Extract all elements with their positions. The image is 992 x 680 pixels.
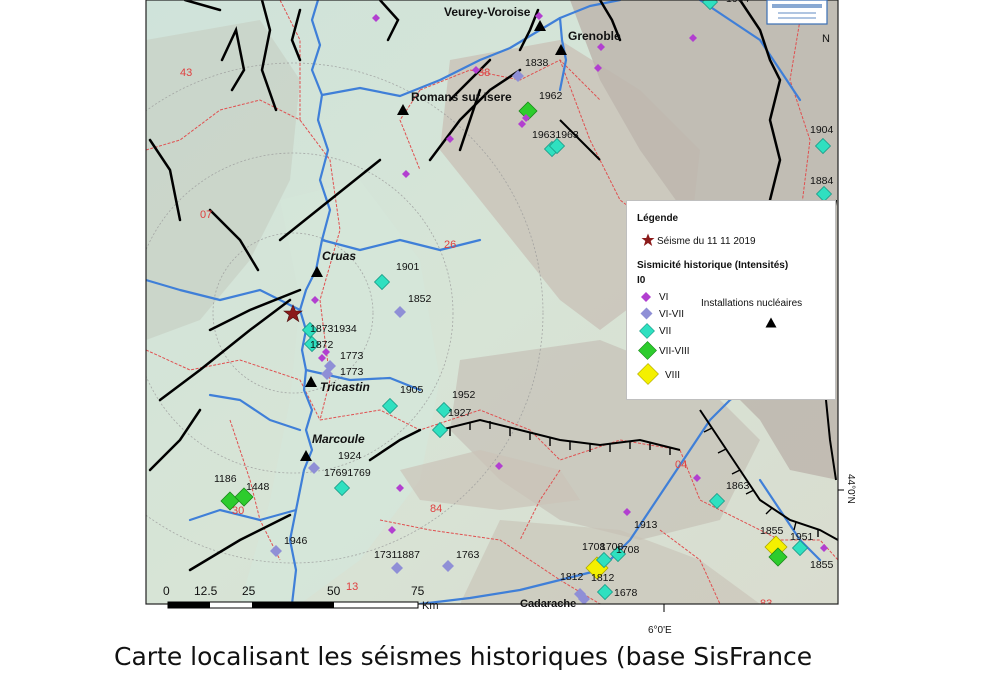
scale-tick-75: 75 [411, 584, 425, 598]
longitude-label: 6°0'E [648, 625, 672, 636]
map-caption: Carte localisant les séismes historiques… [114, 642, 813, 671]
dept-label: 34 [148, 605, 160, 617]
scale-tick-50: 50 [327, 584, 341, 598]
scale-tick-0: 0 [163, 584, 170, 598]
year-label: 1855 [760, 525, 784, 537]
dept-label: 83 [622, 605, 634, 617]
legend-diamond-vi-icon [641, 292, 651, 302]
city-label-marcoule: Marcoule [312, 432, 365, 446]
legend-nuclear-label: Installations nucléaires [701, 298, 803, 309]
year-label: 1773 [340, 350, 364, 362]
dept-label: 26 [444, 239, 456, 251]
year-label: 1708 [616, 544, 640, 556]
year-label: 1678 [614, 587, 638, 599]
year-label: 1927 [448, 407, 472, 419]
year-label: 1855 [810, 559, 834, 571]
year-label: 1901 [396, 261, 420, 273]
year-label: 1186 [214, 473, 237, 485]
city-label-cadarache: Cadarache [520, 598, 576, 610]
dept-label: 07 [200, 209, 212, 221]
dept-label: 84 [430, 503, 442, 515]
year-label: 19631963 [532, 129, 579, 141]
legend-class-vii-viii: VII-VIII [659, 346, 690, 357]
year-label: 1763 [456, 549, 480, 561]
year-label: 1904 [726, 0, 750, 5]
legend-diamond-viii-icon [637, 363, 659, 385]
year-label: 1952 [452, 389, 476, 401]
legend-star-icon [641, 233, 655, 246]
city-label-tricastin: Tricastin [320, 380, 370, 394]
year-label: 17691769 [324, 467, 371, 479]
year-label: 1884 [810, 175, 834, 187]
dept-label: 30 [232, 505, 244, 517]
map-legend: Légende Séisme du 11 11 2019 Sismicité h… [626, 200, 836, 400]
year-label: 1838 [525, 57, 549, 69]
dept-label: 38 [478, 67, 490, 79]
year-label: 1951 [790, 531, 814, 543]
year-label: 1448 [246, 481, 270, 493]
city-label-romans: Romans sur Isere [411, 90, 512, 104]
scale-unit: Km [422, 600, 439, 612]
legend-nuclear-triangle-icon [765, 317, 777, 328]
latitude-label: 44°0'N [845, 474, 856, 504]
dept-label: 43 [180, 67, 192, 79]
city-label-veurey: Veurey-Voroise [444, 5, 531, 19]
city-label-cruas: Cruas [322, 249, 356, 263]
scale-tick-25: 25 [242, 584, 256, 598]
legend-class-viii: VIII [665, 370, 681, 381]
legend-diamond-vii-viii-icon [638, 341, 657, 360]
legend-class-vi-vii: VI-VII [659, 309, 685, 320]
seismic-map: 43 38 07 26 30 84 04 83 13 34 83 Veurey-… [145, 0, 856, 636]
top-right-inset [766, 0, 828, 25]
year-label: 1913 [634, 519, 658, 531]
year-label: 1812 [591, 572, 615, 584]
year-label: 1863 [726, 480, 750, 492]
legend-section-sub: I0 [637, 275, 646, 286]
legend-title: Légende [637, 213, 679, 224]
year-label: 1924 [338, 450, 362, 462]
legend-section-title: Sismicité historique (Intensités) [637, 260, 789, 271]
dept-label: 04 [675, 459, 687, 471]
year-label: 1946 [284, 535, 308, 547]
nuclear-installation-triangle [599, 603, 601, 604]
legend-diamond-vii-icon [639, 323, 655, 339]
year-label: 17311887 [374, 549, 420, 561]
year-label: 1905 [400, 384, 424, 396]
legend-diamond-vi-vii-icon [640, 307, 653, 320]
year-label: 1904 [810, 124, 834, 136]
city-label-grenoble: Grenoble [568, 29, 621, 43]
north-letter: N [822, 33, 830, 45]
year-label: 1872 [310, 339, 334, 351]
year-label: 1812 [560, 571, 584, 583]
legend-star-label: Séisme du 11 11 2019 [657, 236, 756, 247]
year-label: 1852 [408, 293, 432, 305]
year-label: 1773 [340, 366, 364, 378]
legend-class-vii: VII [659, 326, 672, 337]
scale-tick-12-5: 12.5 [194, 584, 218, 598]
year-label: 18731934 [310, 323, 357, 335]
year-label: 1962 [539, 90, 563, 102]
dept-label: 13 [346, 581, 358, 593]
legend-class-vi: VI [659, 292, 669, 303]
